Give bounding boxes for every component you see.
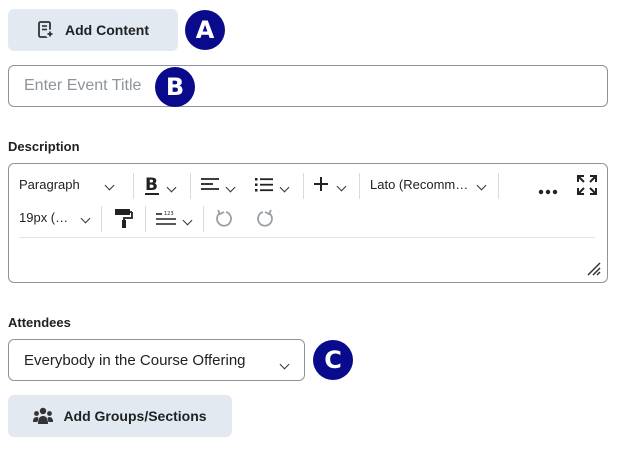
font-size-dropdown[interactable]: 19px (… bbox=[19, 210, 91, 225]
callout-badge-a: A bbox=[185, 10, 225, 50]
list-icon bbox=[255, 177, 273, 196]
resize-grip-icon bbox=[587, 262, 601, 279]
chevron-down-icon bbox=[166, 182, 177, 193]
block-format-value: Paragraph bbox=[19, 177, 80, 192]
more-actions-button[interactable] bbox=[538, 183, 558, 198]
resize-handle[interactable] bbox=[587, 262, 601, 279]
description-label: Description bbox=[8, 139, 80, 154]
event-title-input[interactable]: Enter Event Title bbox=[8, 65, 608, 107]
add-groups-sections-button[interactable]: Add Groups/Sections bbox=[8, 395, 232, 437]
attendees-label: Attendees bbox=[8, 315, 71, 330]
callout-badge-b: B bbox=[155, 67, 195, 107]
bold-icon: B bbox=[144, 174, 162, 199]
font-family-dropdown[interactable]: Lato (Recomm… bbox=[370, 177, 487, 192]
font-family-value: Lato (Recomm… bbox=[370, 177, 469, 192]
font-size-value: 19px (… bbox=[19, 210, 69, 225]
toolbar-divider bbox=[19, 237, 595, 238]
add-content-button[interactable]: Add Content bbox=[8, 9, 178, 51]
undo-button[interactable] bbox=[216, 209, 236, 232]
fullscreen-icon bbox=[577, 175, 597, 198]
attendees-select[interactable]: Everybody in the Course Offering bbox=[8, 339, 305, 381]
insert-plus-icon bbox=[314, 177, 328, 194]
redo-button[interactable] bbox=[253, 209, 273, 232]
add-content-label: Add Content bbox=[65, 22, 149, 38]
chevron-down-icon bbox=[279, 182, 290, 193]
more-actions-icon bbox=[538, 183, 558, 198]
list-dropdown[interactable] bbox=[255, 177, 290, 196]
bold-button[interactable]: B bbox=[144, 174, 177, 199]
chevron-down-icon bbox=[104, 180, 115, 191]
format-painter-icon bbox=[115, 208, 133, 231]
fullscreen-button[interactable] bbox=[577, 175, 597, 198]
redo-icon bbox=[253, 209, 273, 232]
chevron-down-icon bbox=[336, 181, 347, 192]
add-content-icon bbox=[37, 21, 55, 39]
svg-text:B: B bbox=[145, 175, 158, 195]
align-dropdown[interactable] bbox=[201, 177, 236, 196]
format-painter-button[interactable] bbox=[115, 208, 133, 231]
line-spacing-dropdown[interactable]: 123 bbox=[156, 210, 193, 229]
line-spacing-icon: 123 bbox=[156, 210, 178, 229]
undo-icon bbox=[216, 209, 236, 232]
groups-icon bbox=[33, 407, 54, 425]
add-groups-sections-label: Add Groups/Sections bbox=[63, 408, 207, 424]
chevron-down-icon bbox=[182, 215, 193, 226]
align-icon bbox=[201, 177, 219, 196]
chevron-down-icon bbox=[476, 180, 487, 191]
callout-badge-c: C bbox=[313, 340, 353, 380]
chevron-down-icon bbox=[225, 182, 236, 193]
attendees-selected-value: Everybody in the Course Offering bbox=[24, 351, 246, 369]
svg-text:123: 123 bbox=[164, 211, 174, 217]
event-title-placeholder: Enter Event Title bbox=[24, 77, 142, 94]
insert-dropdown[interactable] bbox=[314, 177, 347, 194]
chevron-down-icon bbox=[80, 213, 91, 224]
block-format-dropdown[interactable]: Paragraph bbox=[19, 177, 115, 192]
description-editor[interactable]: Paragraph B Lato (Recomm… 19px (… 123 bbox=[8, 163, 608, 283]
chevron-down-icon bbox=[279, 359, 290, 370]
